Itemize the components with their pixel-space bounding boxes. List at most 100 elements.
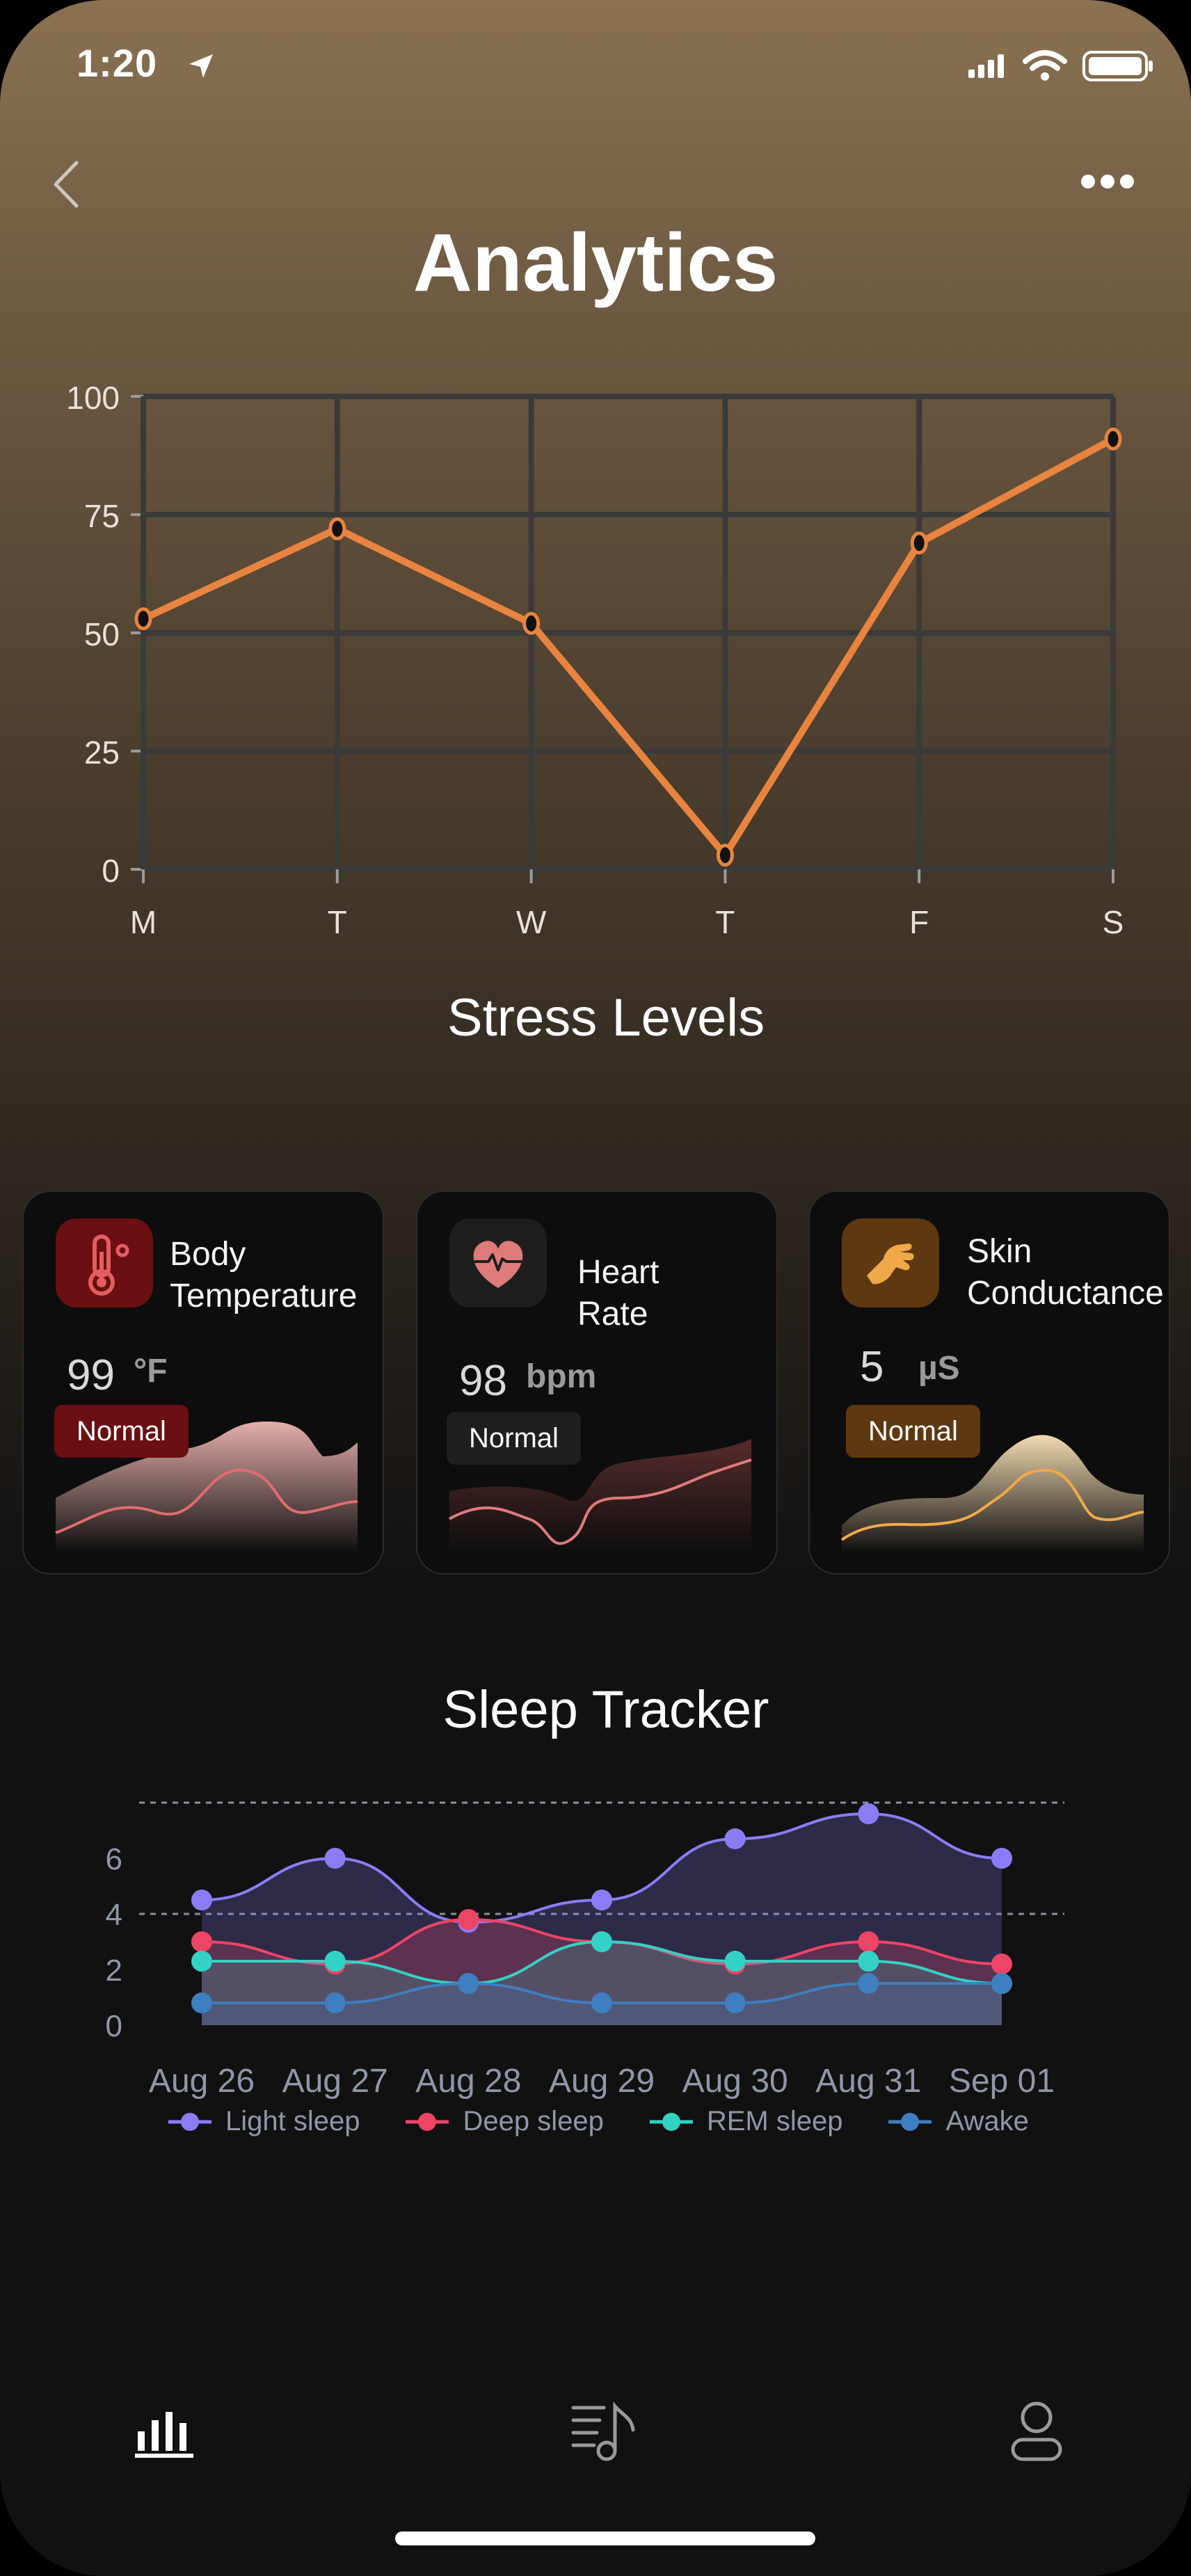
series-point	[324, 1993, 346, 2013]
x-tick-label: Aug 27	[282, 2063, 388, 2100]
stress-point	[522, 611, 541, 635]
y-tick-label: 25	[84, 734, 120, 771]
profile-tab-icon[interactable]	[1009, 2399, 1064, 2463]
series-point	[591, 1931, 612, 1952]
series-point	[858, 1973, 879, 1994]
card-value: 98	[459, 1357, 507, 1405]
series-point	[191, 1993, 212, 2013]
app-screen: 1:20 Analytics 0 25 50 75 100 M T W T F S Stress L…	[0, 0, 1191, 2576]
x-tick-label: M	[130, 904, 157, 940]
x-tick-label: Aug 28	[415, 2063, 521, 2100]
stress-point	[328, 517, 346, 540]
analytics-tab-icon[interactable]	[134, 2404, 198, 2459]
card-unit: °F	[134, 1353, 168, 1390]
series-point	[724, 1993, 746, 2013]
heart-rate-icon	[449, 1218, 547, 1307]
status-badge: Normal	[447, 1412, 581, 1465]
series-point	[991, 1954, 1012, 1974]
stress-point	[910, 531, 928, 555]
more-options-icon[interactable]	[1080, 170, 1135, 193]
sleep-legend: Light sleep Deep sleep REM sleep Awake	[167, 2106, 1029, 2137]
card-label-line2: Conductance	[967, 1275, 1164, 1312]
card-unit: µS	[918, 1350, 960, 1387]
legend-item[interactable]: Awake	[887, 2106, 1029, 2137]
series-point	[858, 1931, 879, 1952]
series-point	[591, 1993, 612, 2013]
legend-item[interactable]: Deep sleep	[404, 2106, 604, 2137]
series-point	[724, 1951, 746, 1972]
hand-icon	[842, 1218, 939, 1307]
y-tick-label: 0	[102, 853, 120, 889]
legend-marker-icon	[168, 2112, 211, 2131]
legend-marker-icon	[649, 2112, 693, 2131]
x-tick-label: T	[715, 904, 735, 940]
card-label: Heart Rate	[577, 1252, 659, 1335]
status-badge: Normal	[54, 1405, 189, 1458]
skin-conductance-card[interactable]: Skin Conductance 5 µS Normal	[808, 1191, 1170, 1575]
legend-label: Light sleep	[225, 2106, 360, 2136]
series-point	[324, 1951, 346, 1972]
series-point	[858, 1803, 879, 1824]
music-playlist-tab-icon[interactable]	[569, 2399, 639, 2463]
legend-marker-icon	[406, 2112, 449, 2131]
legend-item[interactable]: Light sleep	[167, 2106, 360, 2137]
heart-rate-card[interactable]: Heart Rate 98 bpm Normal	[416, 1191, 778, 1575]
thermometer-icon	[56, 1218, 153, 1307]
y-tick-label: 0	[106, 2009, 122, 2043]
legend-label: Deep sleep	[463, 2106, 604, 2136]
home-indicator[interactable]	[395, 2531, 815, 2545]
stress-line-chart: 0 25 50 75 100 M T W T F S	[66, 380, 1124, 940]
card-label-line1: Heart	[577, 1254, 660, 1291]
x-tick-label: T	[328, 904, 347, 940]
back-chevron-icon[interactable]	[49, 159, 83, 210]
stress-point	[1104, 427, 1122, 451]
location-arrow-icon	[189, 54, 213, 78]
legend-label: Awake	[945, 2106, 1029, 2136]
series-point	[858, 1951, 879, 1972]
series-point	[191, 1951, 212, 1972]
series-point	[191, 1890, 212, 1910]
stress-point	[716, 844, 734, 867]
card-label-line2: Temperature	[170, 1278, 358, 1314]
x-tick-label: S	[1103, 904, 1124, 940]
series-point	[324, 1848, 346, 1869]
card-label-line1: Skin	[967, 1233, 1032, 1270]
y-tick-label: 6	[106, 1842, 122, 1876]
card-value: 99	[67, 1351, 115, 1399]
x-tick-label: W	[516, 904, 547, 940]
series-point	[191, 1931, 212, 1952]
stress-series-line	[141, 435, 1115, 859]
legend-marker-icon	[888, 2112, 932, 2131]
y-tick-label: 75	[84, 498, 120, 534]
x-tick-label: Aug 26	[149, 2063, 255, 2100]
stress-point	[134, 607, 152, 631]
status-time: 1:20	[77, 41, 158, 85]
sleep-tracker-title: Sleep Tracker	[442, 1680, 769, 1739]
page-title: Analytics	[413, 217, 778, 309]
card-label-line1: Body	[170, 1236, 246, 1273]
signal-icon	[968, 54, 1004, 78]
legend-label: REM sleep	[706, 2106, 843, 2136]
card-unit: bpm	[526, 1358, 597, 1395]
card-label-line2: Rate	[577, 1296, 648, 1333]
wifi-icon	[1023, 50, 1067, 81]
stress-levels-title: Stress Levels	[447, 988, 765, 1047]
x-tick-label: Sep 01	[949, 2063, 1055, 2100]
x-tick-label: Aug 30	[682, 2063, 788, 2100]
sleep-area-chart: 0 2 4 6 Aug 26 Aug 27 Aug 28 Aug 29 Aug 30 Aug 31…	[106, 1801, 1064, 2100]
series-point	[991, 1848, 1012, 1869]
y-tick-label: 50	[84, 616, 120, 652]
legend-item[interactable]: REM sleep	[648, 2106, 843, 2137]
card-label: Body Temperature	[170, 1234, 357, 1317]
series-point	[591, 1890, 612, 1910]
body-temperature-card[interactable]: Body Temperature 99 °F Normal	[22, 1191, 384, 1575]
series-point	[458, 1909, 479, 1930]
battery-icon	[1082, 51, 1153, 81]
x-tick-label: F	[909, 904, 929, 940]
y-tick-label: 2	[106, 1954, 122, 1988]
card-value: 5	[860, 1343, 884, 1391]
status-badge: Normal	[846, 1405, 980, 1458]
series-point	[991, 1973, 1012, 1994]
x-tick-label: Aug 31	[815, 2063, 921, 2100]
series-point	[724, 1828, 746, 1849]
